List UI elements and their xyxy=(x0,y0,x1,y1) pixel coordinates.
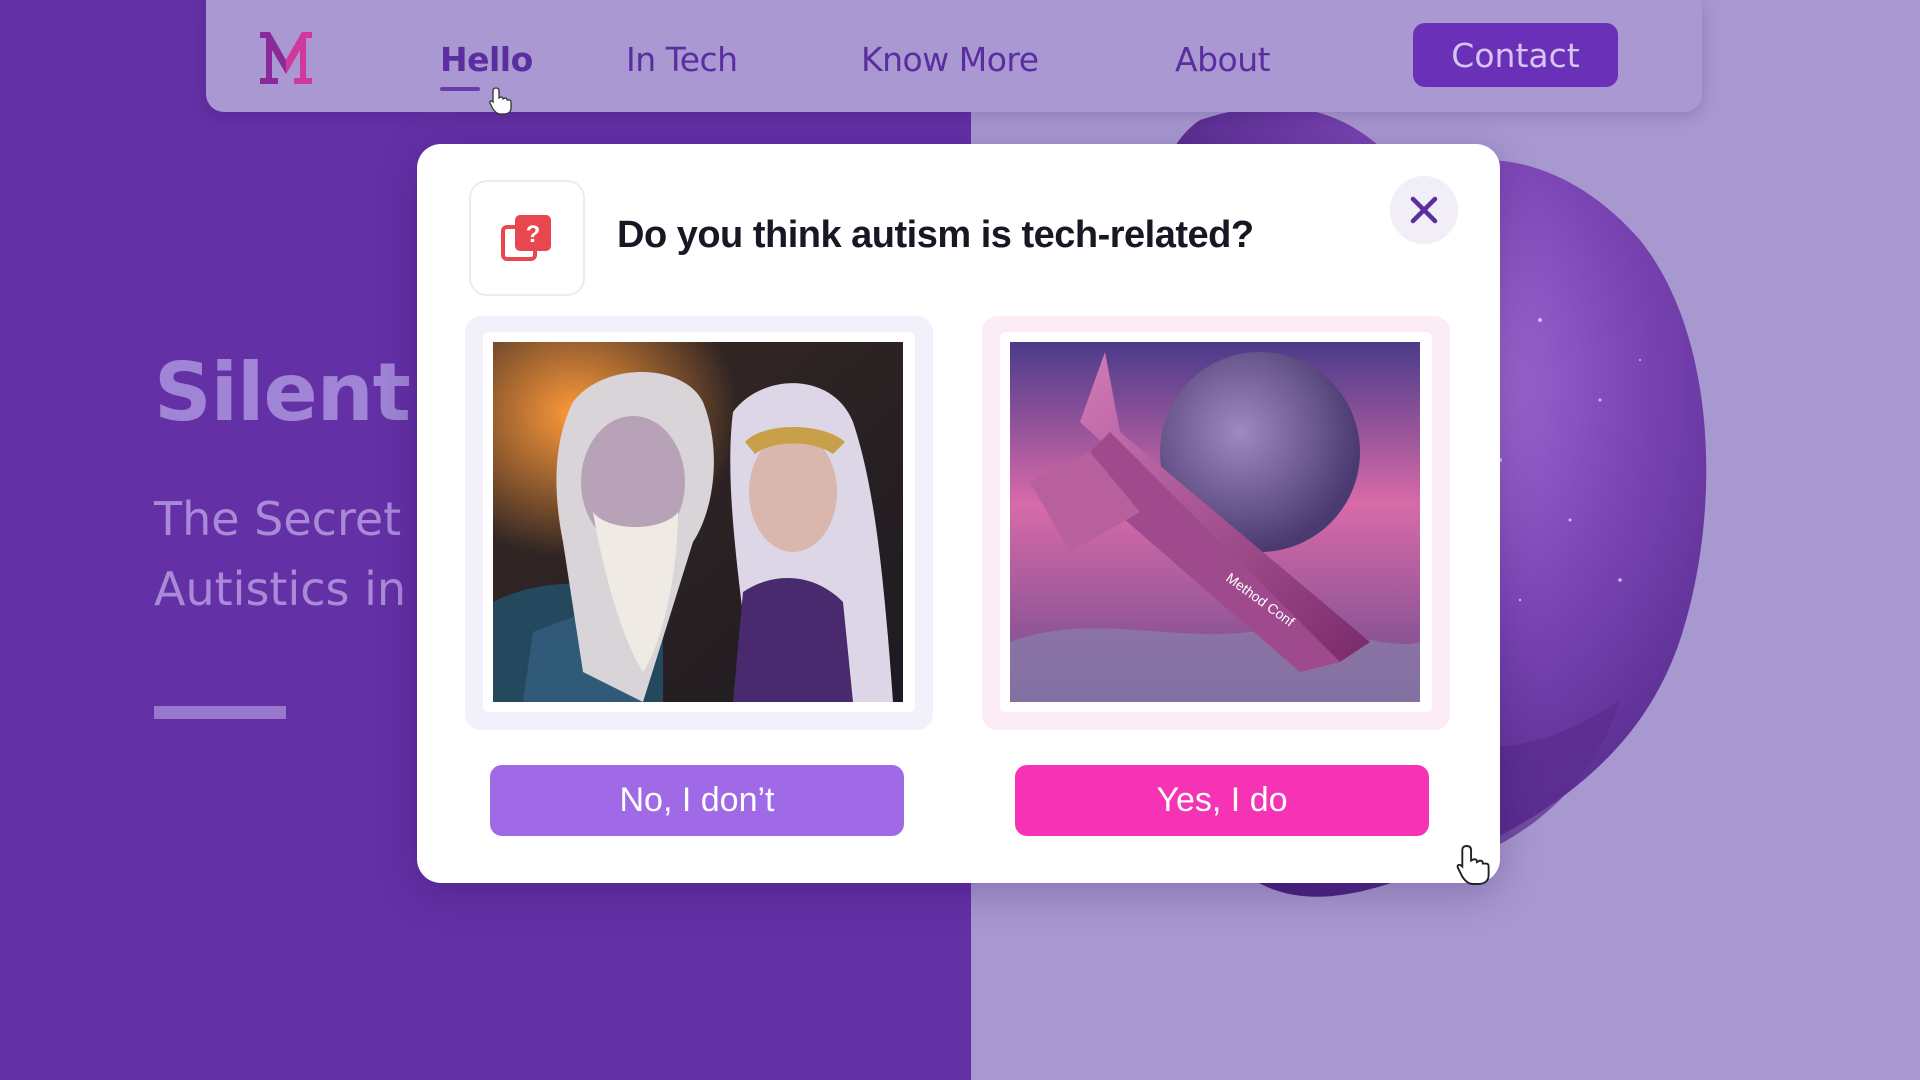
nav-item-in-tech[interactable]: In Tech xyxy=(626,40,738,79)
nav-item-know-more[interactable]: Know More xyxy=(861,40,1039,79)
image-frame: Method Conf xyxy=(1000,332,1432,712)
question-icon-box: ? xyxy=(469,180,585,296)
yes-button[interactable]: Yes, I do xyxy=(1015,765,1429,836)
close-button[interactable] xyxy=(1390,176,1458,244)
modal-question: Do you think autism is tech-related? xyxy=(617,214,1254,256)
question-modal: ? Do you think autism is tech-related? M… xyxy=(417,144,1500,883)
svg-text:?: ? xyxy=(526,221,541,248)
image-frame xyxy=(483,332,915,712)
hero-divider-bar xyxy=(154,706,286,719)
option-card-yes[interactable]: Method Conf xyxy=(982,316,1450,730)
nav-item-about[interactable]: About xyxy=(1175,40,1271,79)
logo-icon[interactable] xyxy=(254,26,318,88)
spaceship-image: Method Conf xyxy=(1010,342,1420,702)
nav-active-underline xyxy=(440,87,480,91)
hand-cursor-icon xyxy=(489,87,512,115)
contact-button[interactable]: Contact xyxy=(1413,23,1618,87)
top-navbar: Hello In Tech Know More About Contact xyxy=(206,0,1702,112)
option-card-no[interactable] xyxy=(465,316,933,730)
question-cards-icon: ? xyxy=(501,215,551,261)
hand-cursor-icon xyxy=(1456,845,1490,885)
fantasy-elves-image xyxy=(493,342,903,702)
no-button[interactable]: No, I don’t xyxy=(490,765,904,836)
nav-item-hello[interactable]: Hello xyxy=(440,40,533,79)
close-icon xyxy=(1410,196,1438,224)
